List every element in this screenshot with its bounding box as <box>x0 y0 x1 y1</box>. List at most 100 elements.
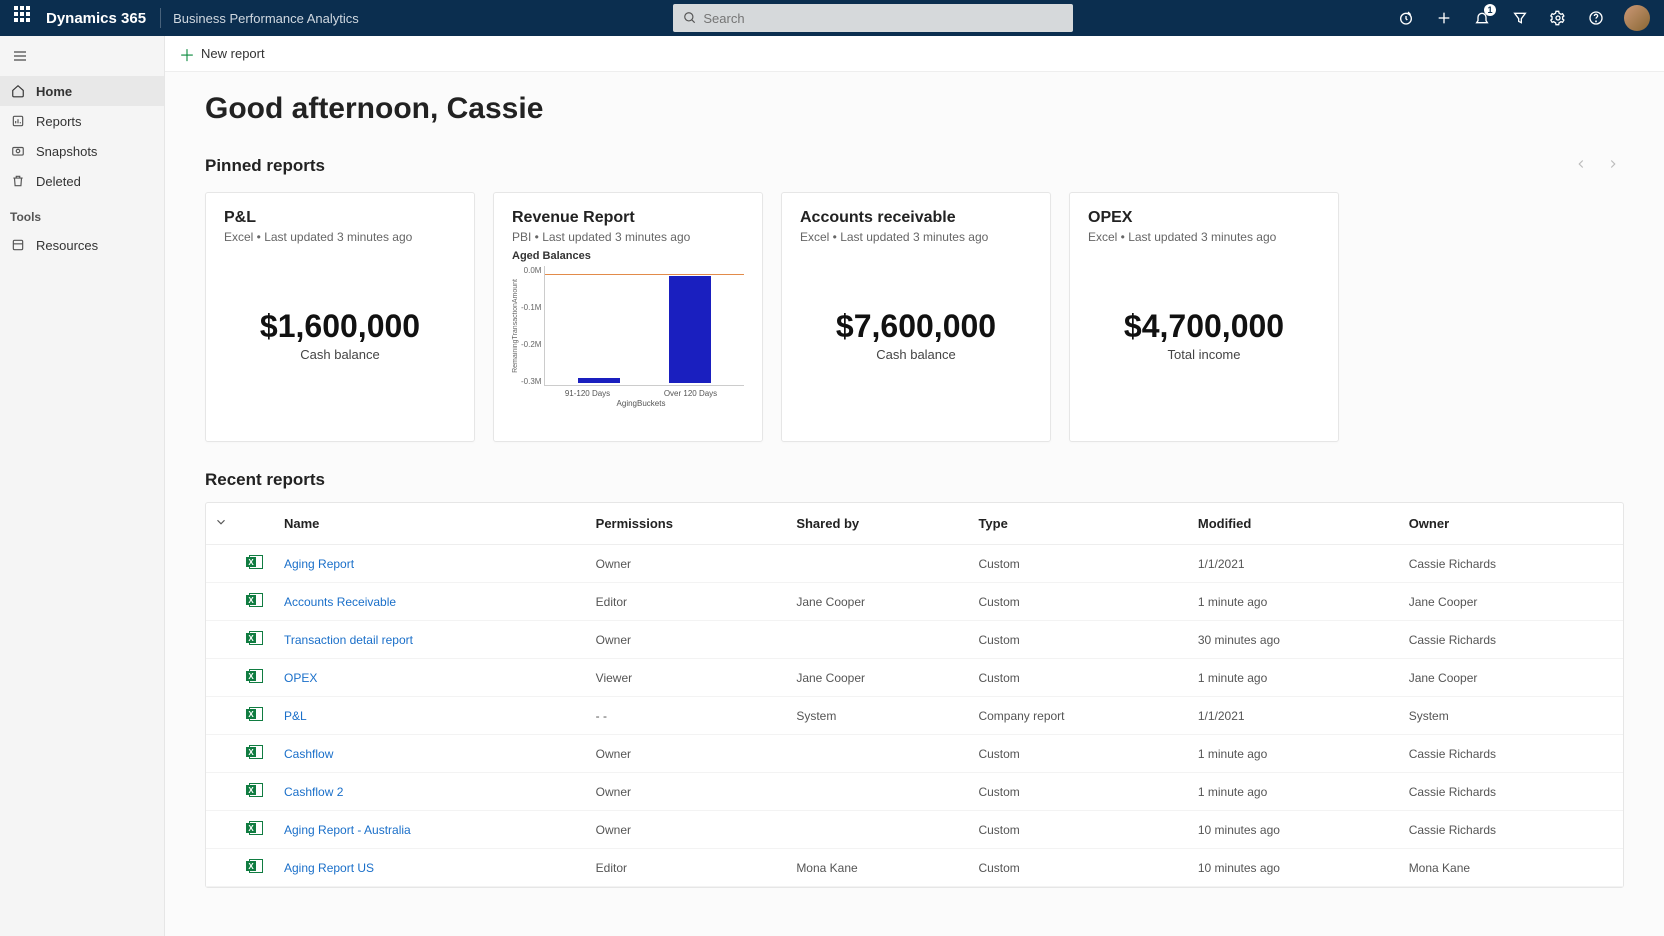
report-permissions: Owner <box>588 545 789 583</box>
report-type: Company report <box>970 697 1189 735</box>
search-input[interactable] <box>703 11 1063 26</box>
report-modified: 1 minute ago <box>1190 659 1401 697</box>
help-icon[interactable] <box>1578 0 1614 36</box>
recent-title-text: Recent reports <box>205 470 325 490</box>
report-permissions: Viewer <box>588 659 789 697</box>
report-link[interactable]: OPEX <box>284 671 317 685</box>
table-header-permissions[interactable]: Permissions <box>588 503 789 545</box>
pinned-card-revenue[interactable]: Revenue Report PBI • Last updated 3 minu… <box>493 192 763 442</box>
new-report-button[interactable]: ＋ New report <box>179 42 265 66</box>
pinned-card-pl[interactable]: P&L Excel • Last updated 3 minutes ago $… <box>205 192 475 442</box>
sidebar-item-reports[interactable]: Reports <box>0 106 164 136</box>
card-title: Revenue Report <box>512 209 744 227</box>
report-sharedby: Jane Cooper <box>788 659 970 697</box>
report-name-cell[interactable]: Cashflow <box>276 735 588 773</box>
global-search[interactable] <box>673 4 1073 32</box>
card-title: P&L <box>224 209 456 227</box>
sidebar-item-home[interactable]: Home <box>0 76 164 106</box>
sidebar: Home Reports Snapshots Deleted Tools Res… <box>0 36 165 936</box>
resources-icon <box>10 237 26 253</box>
search-icon <box>683 11 697 25</box>
report-sharedby <box>788 773 970 811</box>
report-name-cell[interactable]: OPEX <box>276 659 588 697</box>
report-link[interactable]: Aging Report <box>284 557 354 571</box>
table-row[interactable]: Accounts ReceivableEditorJane CooperCust… <box>206 583 1623 621</box>
report-permissions: Editor <box>588 583 789 621</box>
card-subtitle: PBI • Last updated 3 minutes ago <box>512 230 744 244</box>
table-header-owner[interactable]: Owner <box>1401 503 1623 545</box>
report-link[interactable]: P&L <box>284 709 307 723</box>
card-value: $7,600,000 <box>836 308 996 345</box>
table-row[interactable]: Transaction detail reportOwnerCustom30 m… <box>206 621 1623 659</box>
notification-badge: 1 <box>1484 4 1496 16</box>
pinned-section-title: Pinned reports <box>205 152 1624 180</box>
table-row[interactable]: Aging ReportOwnerCustom1/1/2021Cassie Ri… <box>206 545 1623 583</box>
sidebar-item-deleted[interactable]: Deleted <box>0 166 164 196</box>
card-subtitle: Excel • Last updated 3 minutes ago <box>800 230 1032 244</box>
card-label: Total income <box>1168 347 1241 362</box>
report-link[interactable]: Aging Report - Australia <box>284 823 411 837</box>
pinned-card-ar[interactable]: Accounts receivable Excel • Last updated… <box>781 192 1051 442</box>
table-header-icon <box>236 503 276 545</box>
notifications-icon[interactable]: 1 <box>1464 0 1500 36</box>
brand-title: Dynamics 365 <box>46 10 146 27</box>
report-link[interactable]: Cashflow 2 <box>284 785 343 799</box>
report-sharedby: Mona Kane <box>788 849 970 887</box>
report-modified: 10 minutes ago <box>1190 811 1401 849</box>
table-row[interactable]: P&L- -SystemCompany report1/1/2021System <box>206 697 1623 735</box>
report-owner: System <box>1401 697 1623 735</box>
add-icon[interactable] <box>1426 0 1462 36</box>
home-icon <box>10 83 26 99</box>
report-link[interactable]: Accounts Receivable <box>284 595 396 609</box>
table-row[interactable]: OPEXViewerJane CooperCustom1 minute agoJ… <box>206 659 1623 697</box>
chart-xlabels: 91-120 Days Over 120 Days <box>538 389 744 398</box>
chart-yticks: 0.0M -0.1M -0.2M -0.3M <box>521 266 544 386</box>
report-name-cell[interactable]: Cashflow 2 <box>276 773 588 811</box>
report-modified: 1/1/2021 <box>1190 697 1401 735</box>
report-name-cell[interactable]: Aging Report <box>276 545 588 583</box>
table-header-type[interactable]: Type <box>970 503 1189 545</box>
report-link[interactable]: Cashflow <box>284 747 333 761</box>
report-owner: Mona Kane <box>1401 849 1623 887</box>
settings-icon[interactable] <box>1540 0 1576 36</box>
pinned-prev-button[interactable] <box>1570 152 1592 180</box>
report-name-cell[interactable]: Aging Report US <box>276 849 588 887</box>
table-header-sharedby[interactable]: Shared by <box>788 503 970 545</box>
table-header-expand[interactable] <box>206 503 236 545</box>
report-link[interactable]: Aging Report US <box>284 861 374 875</box>
table-header-modified[interactable]: Modified <box>1190 503 1401 545</box>
report-name-cell[interactable]: Accounts Receivable <box>276 583 588 621</box>
report-owner: Jane Cooper <box>1401 583 1623 621</box>
table-header-name[interactable]: Name <box>276 503 588 545</box>
card-title: OPEX <box>1088 209 1320 227</box>
table-row[interactable]: Aging Report - AustraliaOwnerCustom10 mi… <box>206 811 1623 849</box>
report-link[interactable]: Transaction detail report <box>284 633 413 647</box>
app-launcher-icon[interactable] <box>14 6 38 30</box>
user-avatar[interactable] <box>1624 5 1650 31</box>
report-modified: 1/1/2021 <box>1190 545 1401 583</box>
excel-icon <box>248 669 264 683</box>
sidebar-item-snapshots[interactable]: Snapshots <box>0 136 164 166</box>
excel-icon <box>248 707 264 721</box>
table-row[interactable]: CashflowOwnerCustom1 minute agoCassie Ri… <box>206 735 1623 773</box>
report-modified: 1 minute ago <box>1190 583 1401 621</box>
report-sharedby <box>788 811 970 849</box>
report-permissions: Owner <box>588 621 789 659</box>
timer-icon[interactable] <box>1388 0 1424 36</box>
report-name-cell[interactable]: Aging Report - Australia <box>276 811 588 849</box>
excel-icon <box>248 593 264 607</box>
table-row[interactable]: Cashflow 2OwnerCustom1 minute agoCassie … <box>206 773 1623 811</box>
report-name-cell[interactable]: Transaction detail report <box>276 621 588 659</box>
sidebar-toggle[interactable] <box>4 40 36 72</box>
pinned-next-button[interactable] <box>1602 152 1624 180</box>
report-name-cell[interactable]: P&L <box>276 697 588 735</box>
pinned-card-opex[interactable]: OPEX Excel • Last updated 3 minutes ago … <box>1069 192 1339 442</box>
sidebar-item-label: Home <box>36 84 72 99</box>
brand-divider <box>160 8 161 28</box>
card-value: $1,600,000 <box>260 308 420 345</box>
table-row[interactable]: Aging Report USEditorMona KaneCustom10 m… <box>206 849 1623 887</box>
report-type: Custom <box>970 811 1189 849</box>
chart-bar-0 <box>578 378 620 383</box>
sidebar-item-resources[interactable]: Resources <box>0 230 164 260</box>
filter-icon[interactable] <box>1502 0 1538 36</box>
